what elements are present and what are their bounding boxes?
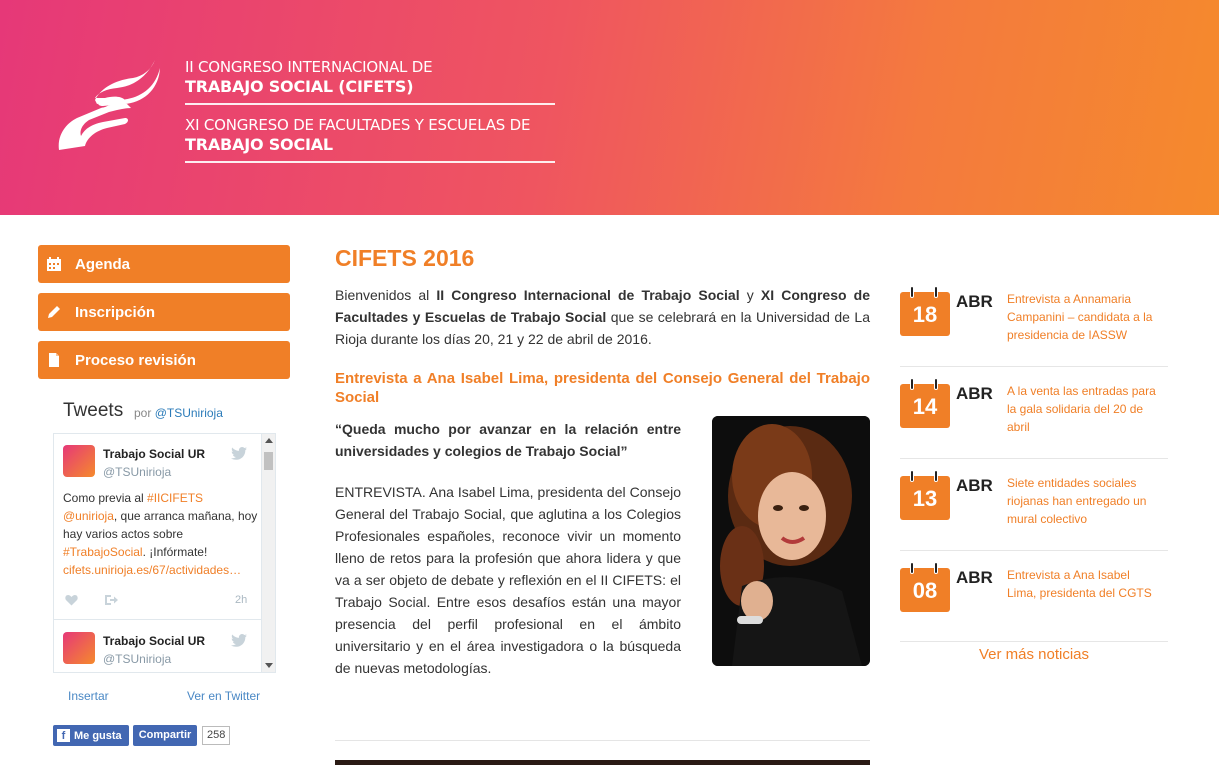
site-header: II CONGRESO INTERNACIONAL DE TRABAJO SOC… <box>0 0 1219 215</box>
tweet-author-handle[interactable]: @TSUnirioja <box>103 465 171 479</box>
calendar-icon <box>47 257 61 271</box>
hands-logo-icon[interactable] <box>55 58 165 153</box>
news-month: ABR <box>956 384 993 403</box>
news-month: ABR <box>956 568 993 587</box>
nav-agenda-label: Agenda <box>75 255 131 273</box>
calendar-ring <box>934 378 938 390</box>
nav-proceso-revision-button[interactable]: Proceso revisión <box>38 341 290 379</box>
portrait-image <box>712 416 870 666</box>
twitter-timeline[interactable]: Trabajo Social UR @TSUnirioja Como previ… <box>53 433 276 673</box>
timeline-scrollbar[interactable] <box>261 434 275 672</box>
tweet-time[interactable]: 2h <box>235 594 247 606</box>
calendar-ring <box>934 470 938 482</box>
news-title-link[interactable]: Entrevista a Annamaria Campanini – candi… <box>1007 290 1157 344</box>
intro-bold-text: II Congreso Internacional de Trabajo Soc… <box>436 287 740 303</box>
news-title-link[interactable]: Siete entidades sociales riojanas han en… <box>1007 474 1157 528</box>
header-line-1: II CONGRESO INTERNACIONAL DE <box>185 58 433 76</box>
facebook-like-button[interactable]: f Me gusta <box>53 725 129 746</box>
tweet-divider <box>54 619 262 620</box>
tweets-title: Tweets <box>63 400 124 421</box>
share-icon[interactable] <box>104 594 118 606</box>
facebook-like-label: Me gusta <box>74 729 122 742</box>
twitter-bird-icon[interactable] <box>231 447 247 460</box>
news-divider <box>900 458 1168 459</box>
video-embed[interactable] <box>335 760 870 765</box>
scroll-up-icon[interactable] <box>265 438 273 443</box>
header-divider <box>185 103 555 105</box>
news-title-link[interactable]: Entrevista a Ana Isabel Lima, presidenta… <box>1007 566 1157 602</box>
tweet-mention-link[interactable]: @unirioja <box>63 509 114 523</box>
news-month: ABR <box>956 476 993 495</box>
tweet-text: Como previa al #IICIFETS @unirioja, que a… <box>63 489 258 579</box>
nav-inscripcion-button[interactable]: Inscripción <box>38 293 290 331</box>
tweets-by-label: por <box>134 406 152 420</box>
header-line-4: TRABAJO SOCIAL <box>185 135 333 154</box>
news-item[interactable]: 13 ABR Siete entidades sociales riojanas… <box>900 470 1168 568</box>
news-divider <box>900 641 1168 642</box>
tweet-author-name[interactable]: Trabajo Social UR <box>103 447 205 461</box>
news-divider <box>900 550 1168 551</box>
content-divider <box>335 740 870 741</box>
twitter-embed-link[interactable]: Insertar <box>68 689 109 703</box>
pencil-icon <box>48 306 60 318</box>
avatar[interactable] <box>63 445 95 477</box>
tweet-hashtag-link[interactable]: #IICIFETS <box>147 491 203 505</box>
article-title-link[interactable]: Entrevista a Ana Isabel Lima, presidenta… <box>335 369 870 407</box>
calendar-ring <box>910 378 914 390</box>
nav-inscripcion-label: Inscripción <box>75 303 156 321</box>
news-month: ABR <box>956 292 993 311</box>
calendar-day-badge: 08 <box>900 568 950 612</box>
more-news-link[interactable]: Ver más noticias <box>900 646 1168 663</box>
header-line-3: XI CONGRESO DE FACULTADES Y ESCUELAS DE <box>185 116 531 134</box>
article-photo[interactable] <box>712 416 870 666</box>
calendar-day-badge: 14 <box>900 384 950 428</box>
facebook-share-button[interactable]: Compartir <box>133 725 197 746</box>
heart-icon[interactable] <box>65 594 78 606</box>
calendar-day-badge: 18 <box>900 292 950 336</box>
document-icon <box>49 353 59 367</box>
header-divider <box>185 161 555 163</box>
nav-agenda-button[interactable]: Agenda <box>38 245 290 283</box>
intro-text: y <box>739 287 761 303</box>
news-item[interactable]: 18 ABR Entrevista a Annamaria Campanini … <box>900 286 1168 384</box>
calendar-ring <box>910 286 914 298</box>
intro-text: Bienvenidos al <box>335 287 437 303</box>
news-title-link[interactable]: A la venta las entradas para la gala sol… <box>1007 382 1157 436</box>
news-divider <box>900 366 1168 367</box>
tweet-author-name[interactable]: Trabajo Social UR <box>103 634 205 648</box>
nav-proceso-revision-label: Proceso revisión <box>75 351 196 369</box>
scroll-down-icon[interactable] <box>265 663 273 668</box>
tweets-handle-link[interactable]: @TSUnirioja <box>155 406 223 420</box>
avatar[interactable] <box>63 632 95 664</box>
tweet-text-part: . ¡Infórmate! <box>142 545 208 559</box>
calendar-ring <box>934 562 938 574</box>
calendar-ring <box>934 286 938 298</box>
tweets-by: por @TSUnirioja <box>134 406 223 420</box>
facebook-icon: f <box>57 729 70 742</box>
calendar-ring <box>910 470 914 482</box>
page-title: CIFETS 2016 <box>335 245 475 271</box>
twitter-bird-icon[interactable] <box>231 634 247 647</box>
article-body: ENTREVISTA. Ana Isabel Lima, presidenta … <box>335 484 681 676</box>
intro-paragraph: Bienvenidos al II Congreso Internacional… <box>335 284 870 350</box>
facebook-share-count: 258 <box>202 726 231 745</box>
view-on-twitter-link[interactable]: Ver en Twitter <box>187 689 260 703</box>
header-line-2: TRABAJO SOCIAL (CIFETS) <box>185 77 414 96</box>
tweet-text-part: Como previa al <box>63 491 148 505</box>
tweet-hashtag-link[interactable]: #TrabajoSocial <box>63 545 143 559</box>
calendar-ring <box>910 562 914 574</box>
tweet-url-link[interactable]: cifets.unirioja.es/67/actividades… <box>63 563 241 577</box>
calendar-day-badge: 13 <box>900 476 950 520</box>
scrollbar-thumb[interactable] <box>264 452 273 470</box>
article-quote: “Queda mucho por avanzar en la relación … <box>335 421 681 459</box>
news-item[interactable]: 14 ABR A la venta las entradas para la g… <box>900 378 1168 476</box>
tweet-author-handle[interactable]: @TSUnirioja <box>103 652 171 666</box>
